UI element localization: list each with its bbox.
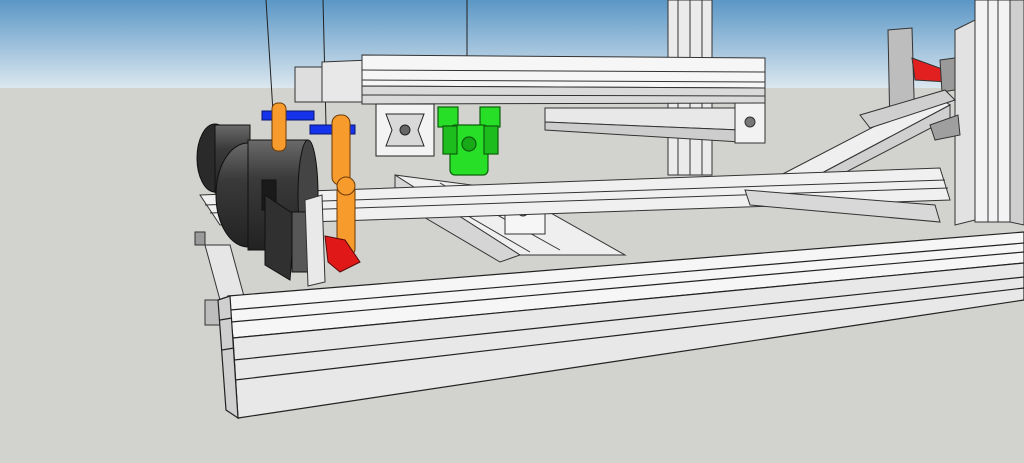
vertical-post-right bbox=[954, 0, 1024, 226]
beam-end-cap-front bbox=[375, 103, 435, 157]
frame-model-render bbox=[0, 0, 1024, 463]
orange-clamp-left bbox=[271, 102, 287, 152]
3d-model-viewport[interactable] bbox=[0, 0, 1024, 463]
motor-mount-plate bbox=[304, 194, 326, 287]
top-beam-stack bbox=[294, 54, 766, 105]
